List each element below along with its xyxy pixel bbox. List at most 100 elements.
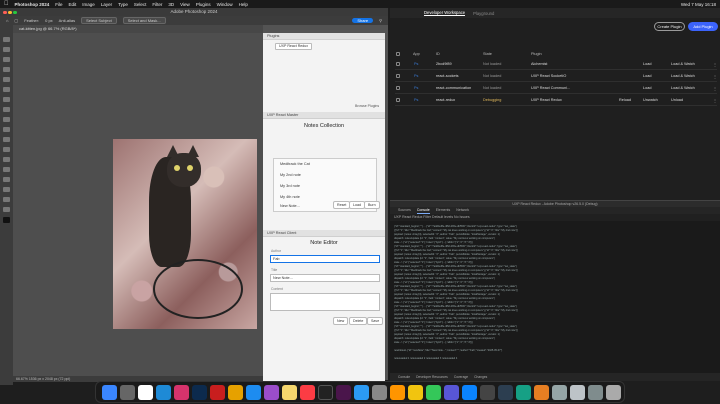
row-checkbox[interactable] — [396, 74, 400, 78]
tab-elements[interactable]: Elements — [436, 207, 451, 214]
load-action[interactable]: Load — [643, 74, 651, 78]
save-button[interactable]: Save — [367, 317, 384, 325]
menu-view[interactable]: View — [180, 2, 190, 7]
antialias-checkbox[interactable]: Anti-alias — [59, 18, 75, 23]
safari-icon[interactable] — [246, 385, 261, 400]
select-subject-button[interactable]: Select Subject — [81, 17, 117, 24]
finder-icon[interactable] — [102, 385, 117, 400]
browse-plugins-link[interactable]: Browse Plugins — [355, 104, 379, 108]
author-field[interactable]: Fab — [270, 255, 380, 263]
delete-button[interactable]: Delete — [349, 317, 368, 325]
trash-icon[interactable] — [606, 385, 621, 400]
app-icon[interactable] — [588, 385, 603, 400]
menu-help[interactable]: Help — [239, 2, 248, 7]
load-watch-action[interactable]: Load & Watch — [671, 62, 695, 66]
list-item[interactable]: My 4th note — [280, 195, 300, 199]
unload-action[interactable]: Unload — [671, 98, 683, 102]
hand-tool-icon[interactable] — [3, 207, 10, 212]
add-plugin-button[interactable]: Add Plugin — [688, 22, 718, 31]
more-icon[interactable]: ⋮ — [713, 74, 717, 79]
acrobat-icon[interactable] — [210, 385, 225, 400]
tab-network[interactable]: Network — [456, 207, 469, 214]
list-item[interactable]: My 2nd note — [280, 173, 301, 177]
share-button[interactable]: Share — [352, 18, 374, 23]
shape-tool-icon[interactable] — [3, 197, 10, 202]
pen-tool-icon[interactable] — [3, 167, 10, 172]
app-icon[interactable] — [534, 385, 549, 400]
sticky-icon[interactable] — [282, 385, 297, 400]
feather-input[interactable]: 0 px — [45, 18, 53, 23]
marquee-tool-icon[interactable]: ▢ — [14, 18, 18, 23]
load-button[interactable]: Load — [349, 201, 365, 209]
photoshop-icon[interactable] — [192, 385, 207, 400]
foreground-color-swatch[interactable] — [3, 217, 10, 223]
healing-tool-icon[interactable] — [3, 87, 10, 92]
path-select-icon[interactable] — [3, 187, 10, 192]
indesign-icon[interactable] — [174, 385, 189, 400]
menu-window[interactable]: Window — [217, 2, 233, 7]
history-brush-icon[interactable] — [3, 117, 10, 122]
music-icon[interactable] — [300, 385, 315, 400]
menubar-clock[interactable]: Wed 7 May 16:18 — [681, 2, 716, 7]
app-icon[interactable] — [444, 385, 459, 400]
photos-icon[interactable] — [390, 385, 405, 400]
podcasts-icon[interactable] — [264, 385, 279, 400]
menu-select[interactable]: Select — [134, 2, 147, 7]
drawer-tab-coverage[interactable]: Coverage — [454, 373, 468, 381]
drawer-tab-dev-resources[interactable]: Developer Resources — [416, 373, 448, 381]
minimize-window-icon[interactable] — [8, 10, 12, 14]
messages-icon[interactable] — [426, 385, 441, 400]
load-action[interactable]: Load — [643, 62, 651, 66]
load-watch-action[interactable]: Load & Watch — [671, 86, 695, 90]
create-plugin-button[interactable]: Create Plugin — [654, 22, 685, 31]
tab-sources[interactable]: Sources — [398, 207, 411, 214]
notes-icon[interactable] — [408, 385, 423, 400]
plugins-tab-uxp-react-redux[interactable]: UXP React Redux — [275, 43, 313, 50]
move-tool-icon[interactable] — [3, 37, 10, 42]
zoom-window-icon[interactable] — [13, 10, 17, 14]
list-item[interactable]: Meditrack the Cat — [280, 162, 310, 166]
content-field[interactable] — [270, 293, 380, 311]
drawer-tab-changes[interactable]: Changes — [474, 373, 487, 381]
settings-icon[interactable] — [372, 385, 387, 400]
list-item[interactable]: My 3rd note — [280, 184, 300, 188]
table-row[interactable]: Ps react-sockets Not loaded UXP React So… — [395, 71, 717, 82]
cat-photo[interactable] — [113, 139, 257, 329]
app-icon[interactable] — [480, 385, 495, 400]
vscode-icon[interactable] — [156, 385, 171, 400]
menu-edit[interactable]: Edit — [69, 2, 77, 7]
launchpad-icon[interactable] — [120, 385, 135, 400]
eyedropper-tool-icon[interactable] — [3, 77, 10, 82]
lasso-tool-icon[interactable] — [3, 57, 10, 62]
menu-3d[interactable]: 3D — [168, 2, 174, 7]
menu-layer[interactable]: Layer — [101, 2, 112, 7]
blur-tool-icon[interactable] — [3, 147, 10, 152]
menu-filter[interactable]: Filter — [152, 2, 162, 7]
table-row[interactable]: Ps react-redux Debugging UXP React Redux… — [395, 95, 717, 106]
select-all-checkbox[interactable] — [396, 52, 400, 56]
dodge-tool-icon[interactable] — [3, 157, 10, 162]
menu-type[interactable]: Type — [118, 2, 128, 7]
menu-file[interactable]: File — [55, 2, 62, 7]
terminal-icon[interactable] — [318, 385, 333, 400]
row-checkbox[interactable] — [396, 86, 400, 90]
preview-icon[interactable] — [354, 385, 369, 400]
app-icon[interactable] — [516, 385, 531, 400]
menubar-app-name[interactable]: Photoshop 2024 — [15, 2, 50, 7]
title-field[interactable]: New Note... — [270, 274, 380, 282]
unwatch-action[interactable]: Unwatch — [643, 98, 658, 102]
tab-developer-workspace[interactable]: Developer Workspace — [424, 10, 466, 16]
table-row[interactable]: Ps 2bcd9f89 Not loaded Alchemist Load Lo… — [395, 59, 717, 70]
menu-image[interactable]: Image — [82, 2, 95, 7]
type-tool-icon[interactable] — [3, 177, 10, 182]
crop-tool-icon[interactable] — [3, 67, 10, 72]
marquee-tool-icon[interactable] — [3, 47, 10, 52]
row-checkbox[interactable] — [396, 98, 400, 102]
gradient-tool-icon[interactable] — [3, 137, 10, 142]
tab-playground[interactable]: Playground — [473, 11, 494, 16]
new-button[interactable]: New — [333, 317, 349, 325]
burn-button[interactable]: Burn — [364, 201, 380, 209]
brush-tool-icon[interactable] — [3, 97, 10, 102]
mail-icon[interactable] — [462, 385, 477, 400]
app-icon[interactable] — [552, 385, 567, 400]
